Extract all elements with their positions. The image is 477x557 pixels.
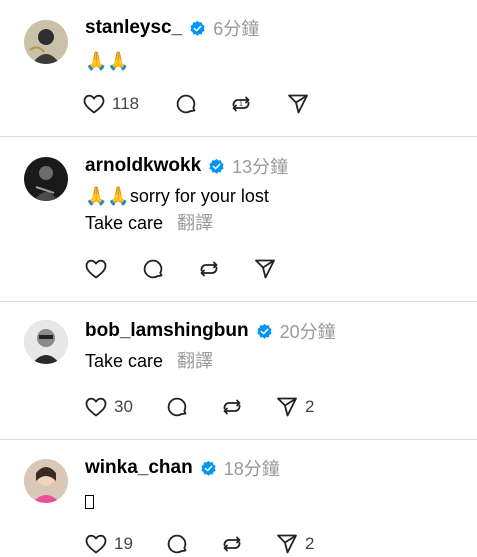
post-header: bob_lamshingbun 20分鐘 bbox=[85, 318, 336, 344]
repost-button[interactable] bbox=[220, 531, 244, 557]
heart-icon bbox=[84, 257, 108, 281]
timestamp: 20分鐘 bbox=[279, 322, 336, 342]
repost-button[interactable] bbox=[220, 394, 244, 420]
comment-bubble-icon bbox=[174, 92, 198, 116]
verified-badge-icon bbox=[189, 20, 206, 37]
post-text: 🙏🙏 bbox=[85, 50, 130, 72]
post-text bbox=[85, 490, 94, 512]
comment-bubble-icon bbox=[165, 395, 189, 419]
username[interactable]: stanleysc_ bbox=[85, 17, 182, 39]
translate-link[interactable]: 翻譯 bbox=[177, 213, 213, 233]
repost-button[interactable]: 1 bbox=[229, 91, 253, 117]
username[interactable]: arnoldkwokk bbox=[85, 155, 201, 177]
heart-icon bbox=[84, 532, 108, 556]
timestamp: 18分鐘 bbox=[223, 459, 280, 479]
timestamp: 6分鐘 bbox=[213, 19, 260, 39]
like-count: 19 bbox=[114, 534, 133, 553]
divider bbox=[0, 301, 477, 302]
comment-button[interactable] bbox=[165, 531, 189, 557]
repost-icon: 1 bbox=[229, 92, 253, 116]
post-text-content: 🙏🙏 bbox=[85, 51, 130, 71]
divider bbox=[0, 136, 477, 137]
share-button[interactable]: 2 bbox=[275, 394, 314, 420]
post-text-content: Take care bbox=[85, 213, 164, 233]
avatar[interactable] bbox=[24, 157, 68, 201]
post-header: arnoldkwokk 13分鐘 bbox=[85, 153, 288, 179]
verified-badge-icon bbox=[200, 460, 217, 477]
like-button[interactable]: 118 bbox=[82, 91, 139, 117]
verified-badge-icon bbox=[208, 158, 225, 175]
heart-icon bbox=[82, 92, 106, 116]
share-count: 2 bbox=[305, 534, 315, 553]
translate-link[interactable]: 翻譯 bbox=[177, 351, 213, 371]
like-count: 118 bbox=[112, 94, 140, 113]
like-button[interactable] bbox=[84, 256, 108, 282]
send-icon bbox=[275, 395, 299, 419]
avatar[interactable] bbox=[24, 320, 68, 364]
post-text: Take care 翻譯 bbox=[85, 350, 213, 372]
repost-icon bbox=[220, 532, 244, 556]
send-icon bbox=[253, 257, 277, 281]
post-text: 🙏🙏sorry for your lost bbox=[85, 185, 269, 207]
svg-text:1: 1 bbox=[239, 100, 243, 108]
send-icon bbox=[275, 532, 299, 556]
like-button[interactable]: 19 bbox=[84, 531, 133, 557]
avatar[interactable] bbox=[24, 20, 68, 64]
verified-badge-icon bbox=[256, 323, 273, 340]
divider bbox=[0, 439, 477, 440]
share-button[interactable] bbox=[286, 91, 310, 117]
comment-button[interactable] bbox=[174, 91, 198, 117]
repost-button[interactable] bbox=[197, 256, 221, 282]
send-icon bbox=[286, 92, 310, 116]
timestamp: 13分鐘 bbox=[232, 157, 289, 177]
share-button[interactable] bbox=[253, 256, 277, 282]
username[interactable]: bob_lamshingbun bbox=[85, 320, 249, 342]
comment-bubble-icon bbox=[165, 532, 189, 556]
like-count: 30 bbox=[114, 397, 133, 416]
missing-glyph bbox=[85, 495, 94, 509]
share-count: 2 bbox=[305, 397, 315, 416]
share-button[interactable]: 2 bbox=[275, 531, 314, 557]
repost-icon bbox=[220, 395, 244, 419]
post-text-line2: Take care 翻譯 bbox=[85, 212, 213, 234]
comment-bubble-icon bbox=[141, 257, 165, 281]
post-header: winka_chan 18分鐘 bbox=[85, 455, 280, 481]
repost-icon bbox=[197, 257, 221, 281]
like-button[interactable]: 30 bbox=[84, 394, 133, 420]
comment-button[interactable] bbox=[141, 256, 165, 282]
username[interactable]: winka_chan bbox=[85, 457, 193, 479]
avatar[interactable] bbox=[24, 459, 68, 503]
post-text-content: Take care bbox=[85, 351, 164, 371]
heart-icon bbox=[84, 395, 108, 419]
post-text-content: 🙏🙏sorry for your lost bbox=[85, 186, 269, 206]
comment-button[interactable] bbox=[165, 394, 189, 420]
post-header: stanleysc_ 6分鐘 bbox=[85, 15, 259, 41]
